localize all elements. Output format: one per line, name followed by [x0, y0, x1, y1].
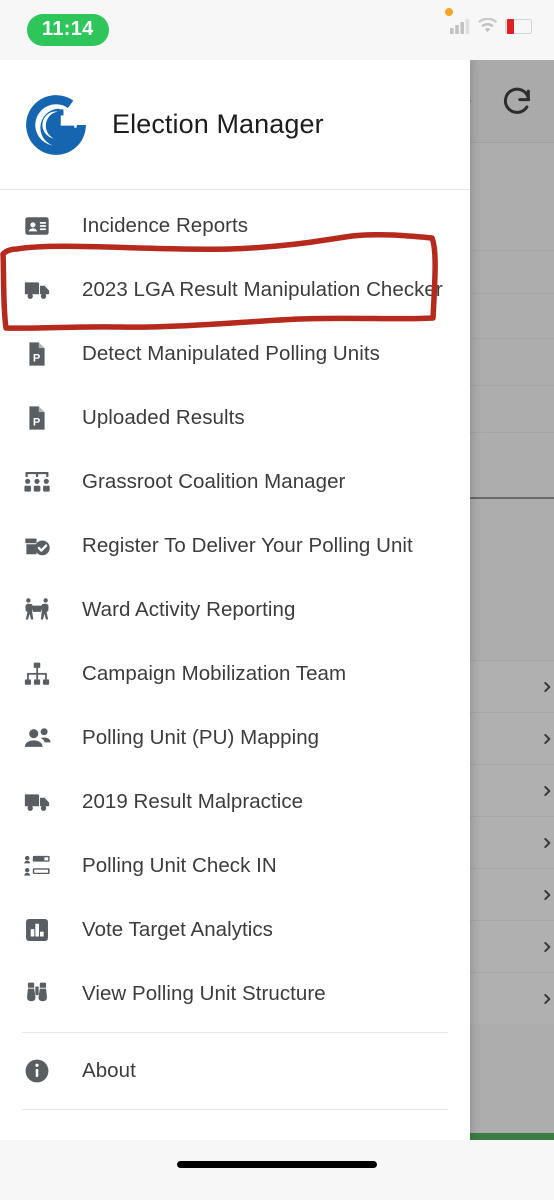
status-bar-clock: 11:14 [27, 14, 109, 46]
people-carry-box-icon [22, 595, 52, 625]
menu-item-label: Campaign Mobilization Team [82, 662, 347, 685]
chevron-right-icon [544, 837, 551, 848]
drawer-header: Election Manager [0, 60, 470, 190]
menu-item-detect-manipulated-polling-units[interactable]: P Detect Manipulated Polling Units [0, 322, 470, 386]
app-title: Election Manager [112, 109, 324, 139]
menu-divider [22, 1032, 448, 1033]
chevron-right-icon [544, 733, 551, 744]
menu-item-label: View Polling Unit Structure [82, 982, 326, 1005]
refresh-icon[interactable] [500, 84, 534, 118]
menu-item-incidence-reports[interactable]: Incidence Reports [0, 194, 470, 258]
menu-item-polling-unit-pu-mapping[interactable]: Polling Unit (PU) Mapping [0, 706, 470, 770]
phone-screen: r e Result a [0, 0, 554, 1200]
menu-item-label: Uploaded Results [82, 406, 245, 429]
people-group-icon [22, 467, 52, 497]
truck-icon [22, 275, 52, 305]
users-icon [22, 723, 52, 753]
menu-item-label: Polling Unit Check IN [82, 854, 277, 877]
chevron-right-icon [544, 681, 551, 692]
menu-item-label: 2023 LGA Result Manipulation Checker [82, 278, 443, 301]
menu-item-uploaded-results[interactable]: P Uploaded Results [0, 386, 470, 450]
notification-dot-icon [445, 8, 453, 16]
menu-item-polling-unit-check-in[interactable]: Polling Unit Check IN [0, 834, 470, 898]
menu-item-label: Polling Unit (PU) Mapping [82, 726, 320, 749]
chevron-right-icon [544, 993, 551, 1004]
drawer-menu: Incidence Reports 2023 LGA Result Manipu… [0, 190, 470, 1110]
menu-item-label: Grassroot Coalition Manager [82, 470, 346, 493]
menu-item-register-to-deliver-your-polling-unit[interactable]: Register To Deliver Your Polling Unit [0, 514, 470, 578]
battery-icon [505, 18, 532, 34]
truck-icon [22, 787, 52, 817]
battery-level-indicator [507, 18, 514, 34]
home-gesture-indicator[interactable] [177, 1161, 377, 1168]
menu-item-view-polling-unit-structure[interactable]: View Polling Unit Structure [0, 962, 470, 1026]
box-check-icon [22, 531, 52, 561]
menu-item-label: 2019 Result Malpractice [82, 790, 304, 813]
wifi-icon [478, 18, 498, 33]
menu-divider [22, 1109, 448, 1110]
menu-item-campaign-mobilization-team[interactable]: Campaign Mobilization Team [0, 642, 470, 706]
info-circle-icon [22, 1056, 52, 1086]
system-navigation-bar [0, 1140, 554, 1200]
gsolution-g-logo [26, 94, 86, 155]
menu-item-label: About [82, 1059, 136, 1082]
list-check-in-icon [22, 851, 52, 881]
menu-item-2023-lga-result-manipulation-checker[interactable]: 2023 LGA Result Manipulation Checker [0, 258, 470, 322]
menu-item-2019-result-malpractice[interactable]: 2019 Result Malpractice [0, 770, 470, 834]
chevron-right-icon [544, 889, 551, 900]
signal-bars-icon [450, 19, 470, 34]
id-card-icon [22, 211, 52, 241]
menu-item-about[interactable]: About [0, 1039, 470, 1103]
menu-item-label: Ward Activity Reporting [82, 598, 296, 621]
sitemap-icon [22, 659, 52, 689]
svg-text:P: P [33, 416, 41, 428]
chevron-right-icon [544, 785, 551, 796]
binoculars-icon [22, 979, 52, 1009]
menu-item-grassroot-coalition-manager[interactable]: Grassroot Coalition Manager [0, 450, 470, 514]
pdf-file-icon: P [22, 403, 52, 433]
menu-item-label: Register To Deliver Your Polling Unit [82, 534, 413, 557]
menu-item-vote-target-analytics[interactable]: Vote Target Analytics [0, 898, 470, 962]
bar-chart-square-icon [22, 915, 52, 945]
menu-item-label: Detect Manipulated Polling Units [82, 342, 380, 365]
status-bar: 11:14 [0, 0, 554, 60]
chevron-right-icon [544, 941, 551, 952]
menu-item-label: Vote Target Analytics [82, 918, 273, 941]
pdf-file-icon: P [22, 339, 52, 369]
status-bar-icons [450, 18, 532, 34]
menu-item-label: Incidence Reports [82, 214, 249, 237]
menu-item-ward-activity-reporting[interactable]: Ward Activity Reporting [0, 578, 470, 642]
svg-text:P: P [33, 352, 41, 364]
navigation-drawer: Election Manager Incidence Reports 2023 … [0, 60, 470, 1140]
